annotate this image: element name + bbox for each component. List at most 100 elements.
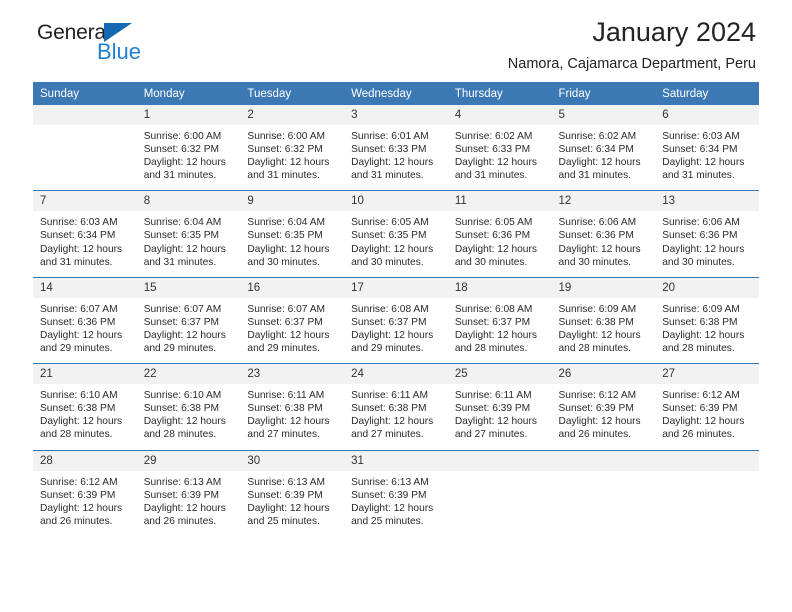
daylight-text-line2: and 27 minutes. (247, 429, 320, 441)
daylight-text-line2: and 26 minutes. (143, 515, 217, 527)
sunrise-text: Sunrise: 6:08 AM (454, 303, 533, 315)
day-number: 19 (551, 277, 656, 298)
day-sun-info: Sunrise: 6:12 AM Sunset: 6:39 PM Daylight:… (552, 384, 656, 449)
daylight-text-line2: and 28 minutes. (40, 429, 113, 441)
calendar-day-cell[interactable]: 8 Sunrise: 6:04 AM Sunset: 6:35 PM Daylight… (136, 190, 241, 278)
calendar-day-cell[interactable]: 27 Sunrise: 6:12 AM Sunset: 6:39 PM Dayligh… (655, 363, 759, 450)
sunset-text: Sunset: 6:38 PM (662, 316, 738, 328)
calendar-day-cell[interactable]: 2 Sunrise: 6:00 AM Sunset: 6:32 PM Daylight… (240, 105, 345, 191)
day-number: 11 (447, 191, 552, 212)
daylight-text-line1: Daylight: 12 hours (558, 416, 641, 428)
calendar-day-cell[interactable]: 9 Sunrise: 6:04 AM Sunset: 6:35 PM Daylight… (240, 190, 345, 278)
day-sun-info: Sunrise: 6:05 AM Sunset: 6:36 PM Daylight:… (448, 211, 552, 276)
calendar-day-cell[interactable]: 25 Sunrise: 6:11 AM Sunset: 6:39 PM Dayligh… (447, 363, 552, 450)
daylight-text-line1: Daylight: 12 hours (247, 502, 330, 514)
day-number: 21 (33, 364, 137, 385)
calendar-day-cell[interactable]: 31 Sunrise: 6:13 AM Sunset: 6:39 PM Dayligh… (344, 449, 448, 536)
day-number: 31 (344, 450, 448, 471)
day-sun-info: Sunrise: 6:07 AM Sunset: 6:37 PM Daylight:… (240, 298, 344, 363)
sunrise-text: Sunrise: 6:02 AM (558, 131, 637, 142)
daylight-text-line1: Daylight: 12 hours (351, 329, 434, 341)
daylight-text-line1: Daylight: 12 hours (454, 329, 537, 341)
calendar-day-cell[interactable]: 26 Sunrise: 6:12 AM Sunset: 6:39 PM Dayligh… (551, 363, 656, 450)
brand-logo[interactable]: General Blue (37, 22, 217, 74)
calendar-day-cell[interactable]: 7 Sunrise: 6:03 AM Sunset: 6:34 PM Daylight… (33, 190, 137, 278)
daylight-text-line2: and 30 minutes. (662, 256, 735, 268)
calendar-day-cell[interactable]: 14 Sunrise: 6:07 AM Sunset: 6:36 PM Dayligh… (33, 276, 137, 364)
day-sun-info (448, 471, 552, 528)
day-number: 10 (344, 191, 448, 212)
day-number: 12 (551, 191, 656, 212)
calendar-day-cell[interactable]: 30 Sunrise: 6:13 AM Sunset: 6:39 PM Dayligh… (240, 449, 345, 536)
daylight-text-line1: Daylight: 12 hours (143, 157, 226, 169)
day-sun-info: Sunrise: 6:04 AM Sunset: 6:35 PM Daylight:… (137, 211, 241, 276)
sunrise-text: Sunrise: 6:05 AM (454, 217, 533, 229)
day-number: 2 (240, 105, 345, 125)
calendar-day-cell[interactable]: 18 Sunrise: 6:08 AM Sunset: 6:37 PM Dayligh… (447, 276, 552, 364)
day-sun-info: Sunrise: 6:08 AM Sunset: 6:37 PM Daylight:… (448, 298, 552, 363)
calendar-week-row: 1 Sunrise: 6:00 AM Sunset: 6:32 PM Daylight… (33, 105, 759, 191)
calendar-day-cell[interactable]: 29 Sunrise: 6:13 AM Sunset: 6:39 PM Dayligh… (136, 449, 241, 536)
column-header-sunday: Sunday (33, 82, 137, 105)
calendar-day-cell[interactable]: 10 Sunrise: 6:05 AM Sunset: 6:35 PM Dayligh… (344, 190, 448, 278)
calendar-day-cell[interactable]: 17 Sunrise: 6:08 AM Sunset: 6:37 PM Dayligh… (344, 276, 448, 364)
brand-name-blue: Blue (97, 39, 142, 64)
day-number: 24 (344, 364, 448, 385)
daylight-text-line1: Daylight: 12 hours (454, 157, 537, 169)
sunset-text: Sunset: 6:39 PM (351, 489, 427, 501)
calendar-day-cell[interactable]: 11 Sunrise: 6:05 AM Sunset: 6:36 PM Dayligh… (447, 190, 552, 278)
column-header-wednesday: Wednesday (344, 82, 448, 105)
calendar-day-cell[interactable]: 28 Sunrise: 6:12 AM Sunset: 6:39 PM Dayligh… (33, 449, 137, 536)
sunrise-text: Sunrise: 6:07 AM (40, 303, 118, 315)
calendar-day-cell[interactable]: 16 Sunrise: 6:07 AM Sunset: 6:37 PM Dayligh… (240, 276, 345, 364)
calendar-day-cell[interactable]: 19 Sunrise: 6:09 AM Sunset: 6:38 PM Dayligh… (551, 276, 656, 364)
calendar-day-cell[interactable]: 1 Sunrise: 6:00 AM Sunset: 6:32 PM Daylight… (136, 105, 241, 191)
calendar-day-cell[interactable]: 13 Sunrise: 6:06 AM Sunset: 6:36 PM Dayligh… (655, 190, 759, 278)
calendar-day-cell[interactable]: 22 Sunrise: 6:10 AM Sunset: 6:38 PM Dayligh… (136, 363, 241, 450)
day-sun-info: Sunrise: 6:13 AM Sunset: 6:39 PM Daylight:… (137, 471, 241, 536)
daylight-text-line2: and 27 minutes. (454, 429, 528, 441)
daylight-text-line1: Daylight: 12 hours (351, 416, 434, 428)
day-number: 26 (551, 364, 656, 385)
calendar-day-cell[interactable]: 20 Sunrise: 6:09 AM Sunset: 6:38 PM Dayligh… (655, 276, 759, 364)
day-sun-info (33, 125, 137, 182)
daylight-text-line2: and 31 minutes. (351, 170, 424, 182)
daylight-text-line2: and 31 minutes. (247, 170, 320, 182)
sunrise-text: Sunrise: 6:10 AM (40, 390, 118, 402)
daylight-text-line2: and 28 minutes. (558, 343, 632, 355)
daylight-text-line1: Daylight: 12 hours (558, 329, 641, 341)
calendar-day-cell[interactable]: 3 Sunrise: 6:01 AM Sunset: 6:33 PM Daylight… (344, 105, 448, 191)
calendar-day-cell[interactable]: 5 Sunrise: 6:02 AM Sunset: 6:34 PM Daylight… (551, 105, 656, 191)
day-number: 25 (447, 364, 552, 385)
calendar-day-cell[interactable]: 24 Sunrise: 6:11 AM Sunset: 6:38 PM Dayligh… (344, 363, 448, 450)
sunrise-text: Sunrise: 6:06 AM (558, 217, 637, 229)
sunset-text: Sunset: 6:38 PM (558, 316, 634, 328)
day-sun-info: Sunrise: 6:12 AM Sunset: 6:39 PM Daylight:… (655, 384, 759, 449)
daylight-text-line1: Daylight: 12 hours (454, 416, 537, 428)
calendar-day-cell-empty (551, 449, 656, 536)
calendar-day-cell[interactable]: 21 Sunrise: 6:10 AM Sunset: 6:38 PM Dayligh… (33, 363, 137, 450)
day-sun-info: Sunrise: 6:02 AM Sunset: 6:33 PM Daylight:… (448, 125, 552, 190)
sunset-text: Sunset: 6:36 PM (40, 316, 116, 328)
calendar-day-cell[interactable]: 15 Sunrise: 6:07 AM Sunset: 6:37 PM Dayligh… (136, 276, 241, 364)
sunrise-text: Sunrise: 6:06 AM (662, 217, 740, 229)
sunrise-text: Sunrise: 6:11 AM (351, 390, 428, 402)
calendar-body: 1 Sunrise: 6:00 AM Sunset: 6:32 PM Daylight… (33, 105, 759, 536)
calendar-day-cell[interactable]: 4 Sunrise: 6:02 AM Sunset: 6:33 PM Daylight… (447, 105, 552, 191)
daylight-text-line1: Daylight: 12 hours (247, 157, 330, 169)
calendar-day-cell[interactable]: 6 Sunrise: 6:03 AM Sunset: 6:34 PM Daylight… (655, 105, 759, 191)
daylight-text-line1: Daylight: 12 hours (143, 502, 226, 514)
calendar-day-cell[interactable]: 12 Sunrise: 6:06 AM Sunset: 6:36 PM Dayligh… (551, 190, 656, 278)
sunset-text: Sunset: 6:39 PM (558, 403, 634, 415)
calendar-day-cell[interactable]: 23 Sunrise: 6:11 AM Sunset: 6:38 PM Dayligh… (240, 363, 345, 450)
sunset-text: Sunset: 6:38 PM (40, 403, 116, 415)
day-number (655, 450, 759, 471)
daylight-text-line2: and 26 minutes. (558, 429, 632, 441)
sunset-text: Sunset: 6:35 PM (247, 230, 323, 242)
calendar-page: General Blue January 2024 Namora, Cajama… (0, 0, 792, 612)
calendar-day-cell-empty (447, 449, 552, 536)
day-sun-info: Sunrise: 6:13 AM Sunset: 6:39 PM Daylight:… (240, 471, 344, 536)
daylight-text-line2: and 31 minutes. (662, 170, 735, 182)
sunrise-text: Sunrise: 6:09 AM (662, 303, 740, 315)
daylight-text-line1: Daylight: 12 hours (662, 157, 745, 169)
